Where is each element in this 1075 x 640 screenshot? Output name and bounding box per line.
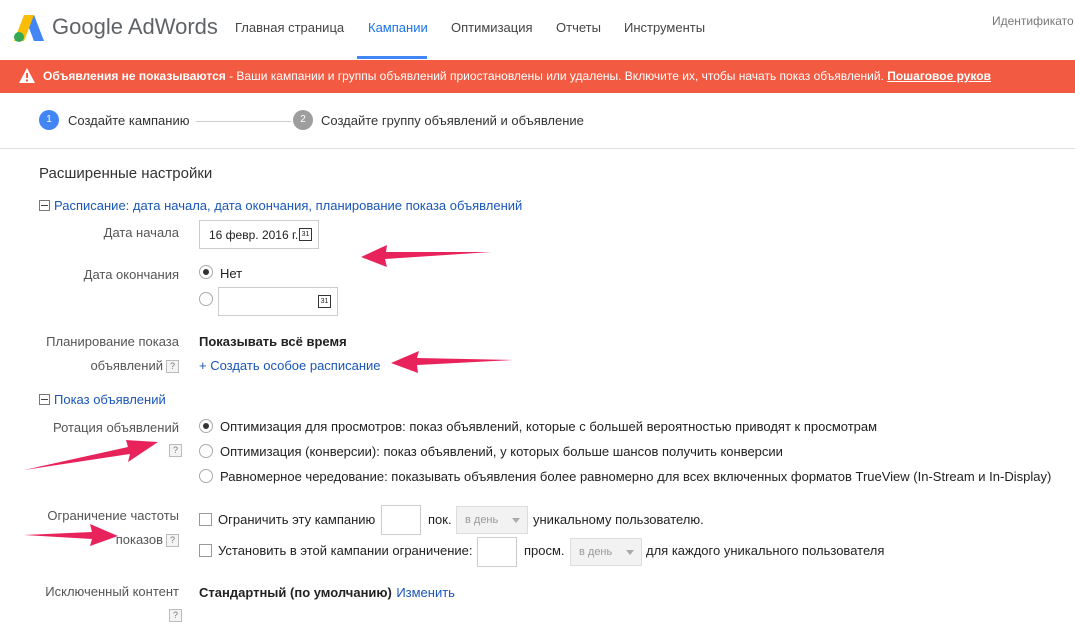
top-nav-bar: Google AdWords Главная страница Кампании… bbox=[0, 0, 1075, 60]
ad-schedule-value: Показывать всё время bbox=[199, 334, 347, 349]
help-icon[interactable]: ? bbox=[169, 609, 182, 622]
annotation-arrow-icon bbox=[24, 440, 158, 470]
collapse-icon bbox=[39, 394, 50, 406]
ad-schedule-label-line2: объявлений? bbox=[90, 358, 179, 374]
frequency-cap-views-unit: просм. bbox=[524, 543, 565, 558]
rotation-option-rotate-label: Равномерное чередование: показывать объя… bbox=[220, 469, 1052, 484]
ad-schedule-label-text: объявлений bbox=[90, 358, 163, 373]
rotation-option-conversions-label: Оптимизация (конверсии): показ объявлени… bbox=[220, 444, 783, 459]
frequency-cap-views-prefix: Установить в этой кампании ограничение: bbox=[218, 543, 473, 558]
rotation-option-views-radio[interactable] bbox=[199, 419, 213, 433]
step-2-indicator: 2 bbox=[293, 110, 313, 130]
calendar-icon[interactable]: 31 bbox=[299, 228, 312, 241]
start-date-value: 16 февр. 2016 г. bbox=[209, 228, 299, 242]
excluded-content-value: Стандартный (по умолчанию) bbox=[199, 585, 392, 600]
end-date-label: Дата окончания bbox=[83, 267, 179, 282]
schedule-section-toggle[interactable]: Расписание: дата начала, дата окончания,… bbox=[39, 198, 522, 213]
step-1-indicator: 1 bbox=[39, 110, 59, 130]
excluded-content-label: Исключенный контент bbox=[45, 584, 179, 599]
logo-text[interactable]: Google AdWords bbox=[52, 14, 218, 40]
frequency-cap-impressions-period-select[interactable]: в день bbox=[456, 506, 528, 534]
nav-item-home[interactable]: Главная страница bbox=[235, 20, 344, 35]
schedule-header-label: Расписание: дата начала, дата окончания,… bbox=[54, 198, 523, 213]
end-date-none-radio[interactable] bbox=[199, 265, 213, 279]
delivery-header-label: Показ объявлений bbox=[54, 392, 166, 407]
alert-title: Объявления не показываются bbox=[43, 69, 226, 83]
step-connector bbox=[196, 121, 291, 122]
alert-text: Объявления не показываются - Ваши кампан… bbox=[43, 69, 991, 83]
frequency-cap-label-text: показов bbox=[115, 532, 163, 547]
alert-banner: Объявления не показываются - Ваши кампан… bbox=[0, 60, 1075, 93]
rotation-option-rotate-radio[interactable] bbox=[199, 469, 213, 483]
warning-icon bbox=[19, 68, 35, 83]
frequency-cap-views-suffix: для каждого уникального пользователя bbox=[646, 543, 885, 558]
frequency-cap-views-checkbox[interactable] bbox=[199, 544, 212, 557]
calendar-icon[interactable]: 31 bbox=[318, 295, 331, 308]
ad-rotation-label: Ротация объявлений bbox=[53, 420, 179, 435]
ad-schedule-label-line1: Планирование показа bbox=[46, 334, 179, 349]
annotation-arrow-icon bbox=[391, 351, 513, 373]
frequency-cap-views-period-value: в день bbox=[579, 546, 613, 558]
help-icon[interactable]: ? bbox=[166, 360, 179, 374]
alert-guide-link[interactable]: Пошаговое руков bbox=[887, 69, 991, 83]
start-date-input[interactable]: 16 февр. 2016 г. 31 bbox=[199, 220, 319, 249]
alert-message: - Ваши кампании и группы объявлений прио… bbox=[225, 69, 888, 83]
create-custom-schedule-link[interactable]: + Создать особое расписание bbox=[199, 358, 381, 373]
frequency-cap-impressions-unit: пок. bbox=[428, 512, 452, 527]
frequency-cap-label-line2: показов? bbox=[115, 532, 179, 548]
excluded-content-row: Стандартный (по умолчанию) Изменить bbox=[199, 584, 455, 602]
step-2-label: Создайте группу объявлений и объявление bbox=[321, 113, 584, 128]
nav-item-campaigns[interactable]: Кампании bbox=[368, 20, 428, 35]
frequency-cap-views-input[interactable] bbox=[477, 537, 517, 567]
dropdown-caret-icon bbox=[626, 550, 634, 555]
frequency-cap-impressions-suffix: уникальному пользователю. bbox=[533, 512, 704, 527]
delivery-section-toggle[interactable]: Показ объявлений bbox=[39, 392, 166, 407]
advanced-settings-title: Расширенные настройки bbox=[39, 165, 213, 182]
nav-item-tools[interactable]: Инструменты bbox=[624, 20, 705, 35]
dropdown-caret-icon bbox=[512, 518, 520, 523]
frequency-cap-impressions-period-value: в день bbox=[465, 514, 499, 526]
help-icon[interactable]: ? bbox=[166, 534, 179, 548]
frequency-cap-impressions-input[interactable] bbox=[381, 505, 421, 535]
annotation-arrow-icon bbox=[24, 524, 118, 546]
nav-item-reports[interactable]: Отчеты bbox=[556, 20, 601, 35]
rotation-option-views-label: Оптимизация для просмотров: показ объявл… bbox=[220, 419, 878, 434]
help-icon[interactable]: ? bbox=[169, 444, 182, 457]
campaign-stepper: 1 Создайте кампанию 2 Создайте группу об… bbox=[0, 93, 1075, 149]
nav-item-optimization[interactable]: Оптимизация bbox=[451, 20, 533, 35]
end-date-none-label: Нет bbox=[220, 266, 243, 281]
step-1-label: Создайте кампанию bbox=[68, 113, 190, 128]
start-date-label: Дата начала bbox=[103, 225, 179, 240]
end-date-custom-radio[interactable] bbox=[199, 292, 213, 306]
account-id-label[interactable]: Идентификато bbox=[992, 14, 1074, 28]
excluded-content-edit-link[interactable]: Изменить bbox=[396, 585, 455, 600]
rotation-option-conversions-radio[interactable] bbox=[199, 444, 213, 458]
frequency-cap-impressions-checkbox[interactable] bbox=[199, 513, 212, 526]
collapse-icon bbox=[39, 200, 50, 212]
active-tab-underline bbox=[357, 56, 427, 59]
annotation-arrow-icon bbox=[361, 245, 491, 267]
frequency-cap-views-period-select[interactable]: в день bbox=[570, 538, 642, 566]
end-date-input[interactable]: 31 bbox=[218, 287, 338, 316]
adwords-logo-icon bbox=[14, 15, 44, 42]
frequency-cap-impressions-prefix: Ограничить эту кампанию bbox=[218, 512, 376, 527]
